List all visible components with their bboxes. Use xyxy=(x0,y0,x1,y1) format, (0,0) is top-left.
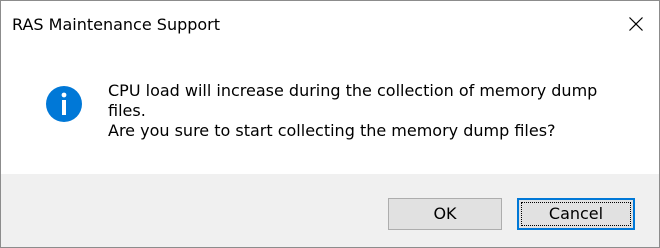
message-line: files. xyxy=(108,101,146,120)
title-bar: RAS Maintenance Support xyxy=(1,1,659,53)
ok-button[interactable]: OK xyxy=(388,198,502,230)
dialog-content: CPU load will increase during the collec… xyxy=(1,53,659,174)
info-icon xyxy=(46,86,82,122)
close-icon xyxy=(629,17,643,31)
cancel-button-label: Cancel xyxy=(548,204,604,223)
ok-button-label: OK xyxy=(433,204,457,223)
message-dialog: RAS Maintenance Support CPU load will in… xyxy=(0,0,660,248)
window-title: RAS Maintenance Support xyxy=(12,15,221,34)
button-bar: OK Cancel xyxy=(1,174,659,247)
close-button[interactable] xyxy=(613,1,659,47)
message-line: Are you sure to start collecting the mem… xyxy=(108,121,556,140)
message-line: CPU load will increase during the collec… xyxy=(108,81,598,100)
message-text: CPU load will increase during the collec… xyxy=(108,81,628,141)
cancel-button[interactable]: Cancel xyxy=(517,198,635,230)
